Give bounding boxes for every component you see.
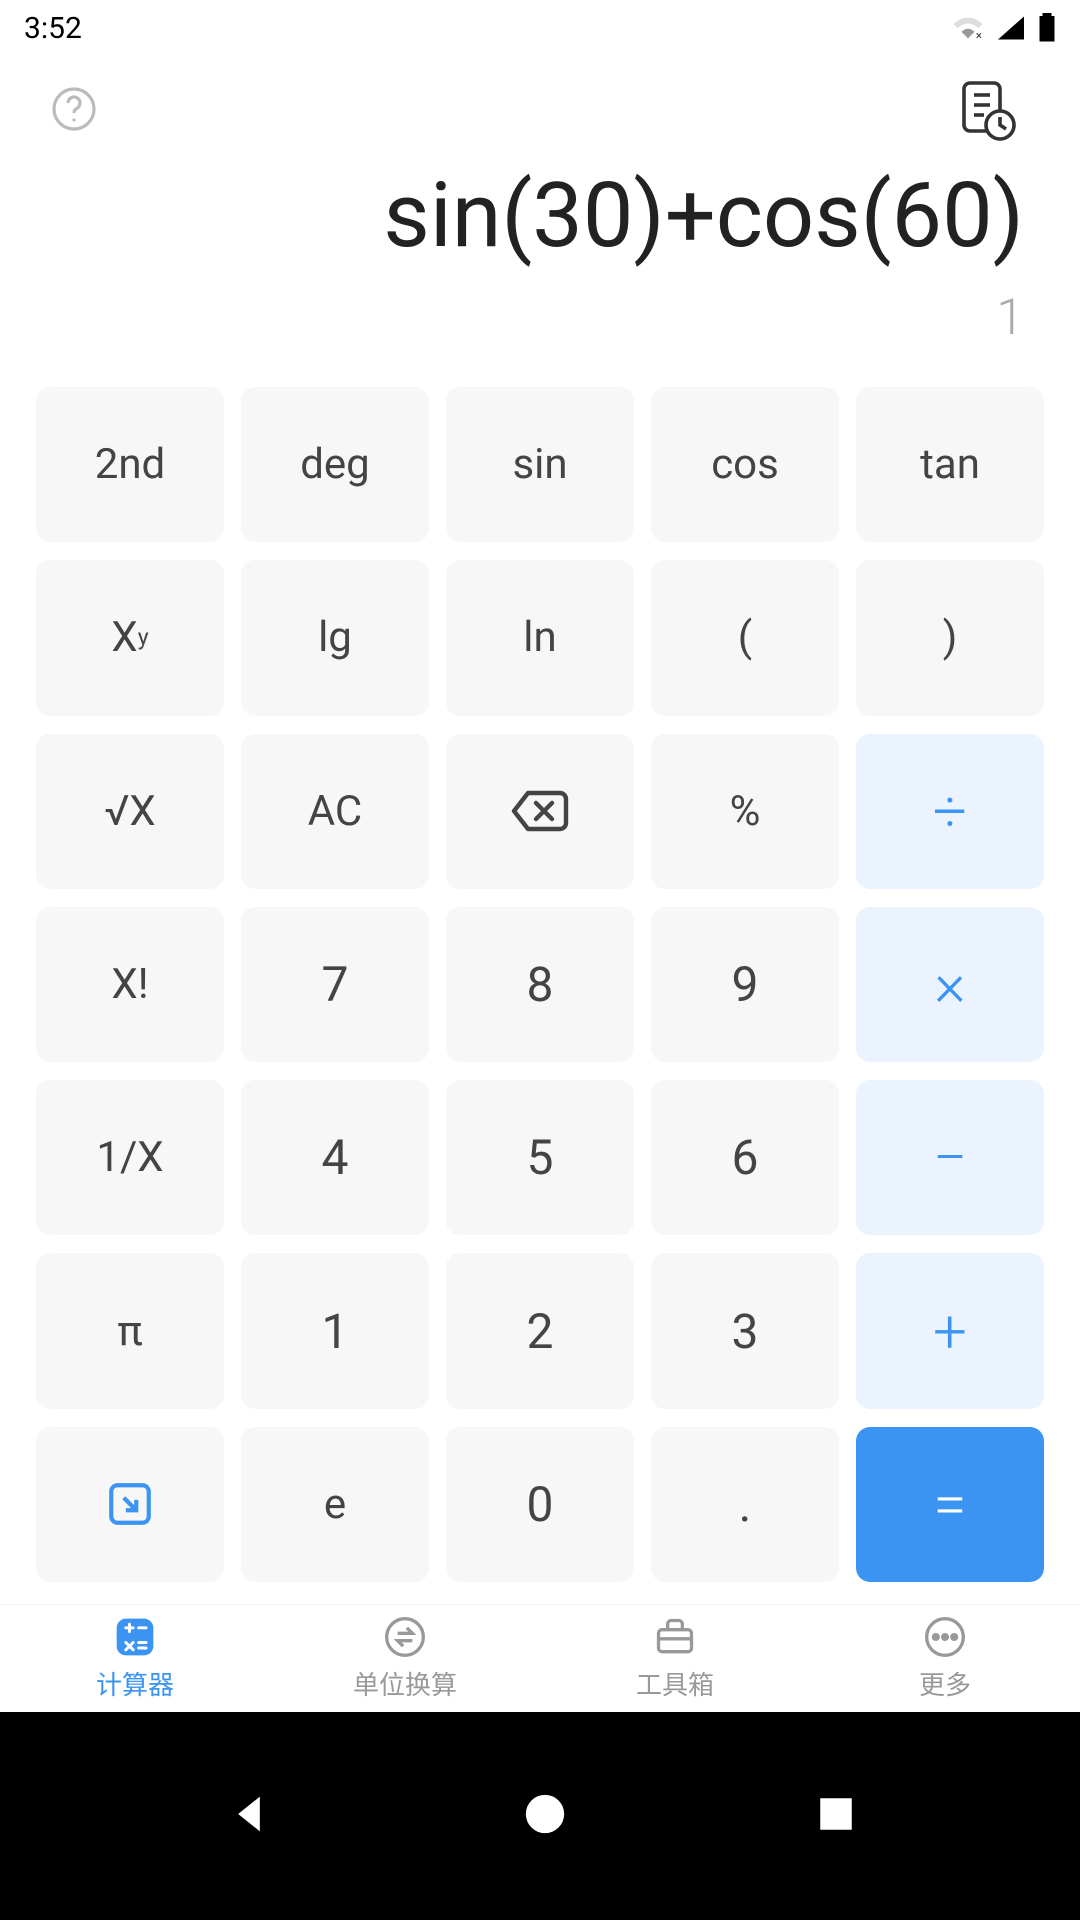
status-bar: 3:52 ×: [0, 0, 1080, 56]
key-2nd[interactable]: 2nd: [36, 387, 224, 542]
key-6[interactable]: 6: [651, 1080, 839, 1235]
key-8[interactable]: 8: [446, 907, 634, 1062]
bottom-nav: 计算器 单位换算 工具箱 更多: [0, 1604, 1080, 1712]
key-1[interactable]: 1: [241, 1253, 429, 1408]
header: [0, 56, 1080, 166]
key-collapse[interactable]: [36, 1427, 224, 1582]
key-sqrt[interactable]: √X: [36, 734, 224, 889]
key-lg[interactable]: lg: [241, 560, 429, 715]
key-reciprocal[interactable]: 1/X: [36, 1080, 224, 1235]
key-factorial[interactable]: X!: [36, 907, 224, 1062]
key-7[interactable]: 7: [241, 907, 429, 1062]
key-deg[interactable]: deg: [241, 387, 429, 542]
key-5[interactable]: 5: [446, 1080, 634, 1235]
key-ac[interactable]: AC: [241, 734, 429, 889]
android-home-button[interactable]: [522, 1791, 568, 1841]
expression: sin(30)+cos(60): [56, 166, 1024, 265]
key-sin[interactable]: sin: [446, 387, 634, 542]
key-percent[interactable]: %: [651, 734, 839, 889]
key-ln[interactable]: ln: [446, 560, 634, 715]
result: 1: [56, 289, 1024, 347]
nav-toolbox[interactable]: 工具箱: [540, 1605, 810, 1712]
wifi-off-icon: ×: [952, 15, 984, 41]
display: sin(30)+cos(60) 1: [0, 166, 1080, 387]
signal-icon: [996, 15, 1026, 41]
key-rparen[interactable]: ): [856, 560, 1044, 715]
status-icons: ×: [952, 13, 1056, 43]
status-time: 3:52: [24, 11, 82, 46]
key-backspace[interactable]: [446, 734, 634, 889]
key-minus[interactable]: −: [856, 1080, 1044, 1235]
key-tan[interactable]: tan: [856, 387, 1044, 542]
key-divide[interactable]: ÷: [856, 734, 1044, 889]
key-e[interactable]: e: [241, 1427, 429, 1582]
nav-label: 计算器: [96, 1665, 174, 1702]
help-icon[interactable]: [50, 85, 98, 137]
nav-label: 单位换算: [353, 1665, 457, 1702]
calc-icon: [113, 1615, 157, 1659]
key-3[interactable]: 3: [651, 1253, 839, 1408]
key-dot[interactable]: .: [651, 1427, 839, 1582]
nav-label: 更多: [919, 1665, 971, 1702]
toolbox-icon: [653, 1615, 697, 1659]
key-plus[interactable]: +: [856, 1253, 1044, 1408]
android-back-button[interactable]: [223, 1788, 275, 1844]
key-9[interactable]: 9: [651, 907, 839, 1062]
key-multiply[interactable]: ×: [856, 907, 1044, 1062]
key-pi[interactable]: π: [36, 1253, 224, 1408]
convert-icon: [383, 1615, 427, 1659]
key-cos[interactable]: cos: [651, 387, 839, 542]
key-equals[interactable]: =: [856, 1427, 1044, 1582]
svg-text:×: ×: [976, 29, 982, 41]
key-4[interactable]: 4: [241, 1080, 429, 1235]
keypad: 2nddegsincostan Xylgln() √XAC%÷ X!789× 1/X45…: [0, 387, 1080, 1604]
android-nav-bar: [0, 1712, 1080, 1920]
nav-calc[interactable]: 计算器: [0, 1605, 270, 1712]
nav-more[interactable]: 更多: [810, 1605, 1080, 1712]
key-power[interactable]: Xy: [36, 560, 224, 715]
key-2[interactable]: 2: [446, 1253, 634, 1408]
more-icon: [923, 1615, 967, 1659]
history-icon[interactable]: [956, 77, 1020, 145]
nav-convert[interactable]: 单位换算: [270, 1605, 540, 1712]
battery-icon: [1038, 13, 1056, 43]
key-lparen[interactable]: (: [651, 560, 839, 715]
android-recent-button[interactable]: [815, 1793, 857, 1839]
key-0[interactable]: 0: [446, 1427, 634, 1582]
nav-label: 工具箱: [636, 1665, 714, 1702]
